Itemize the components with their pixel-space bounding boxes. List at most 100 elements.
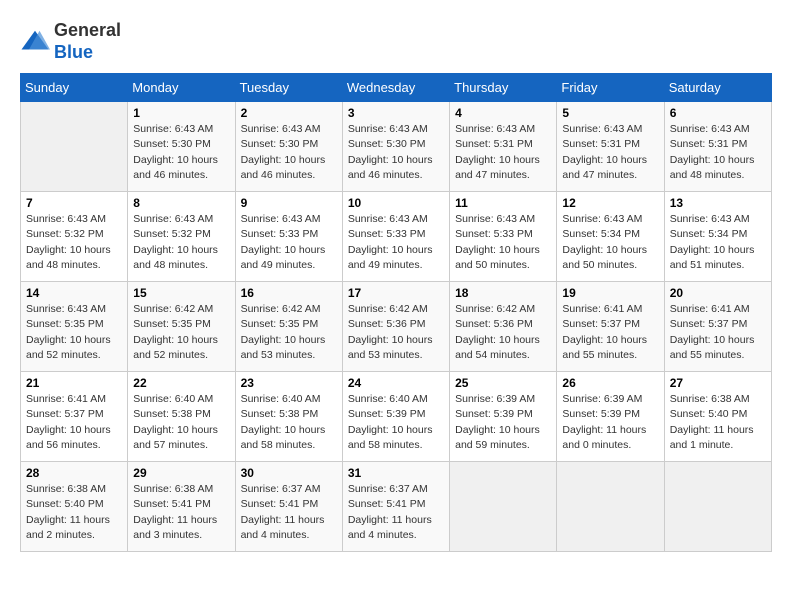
day-number: 18 <box>455 286 551 300</box>
day-number: 21 <box>26 376 122 390</box>
day-info: Sunrise: 6:40 AM Sunset: 5:38 PM Dayligh… <box>241 392 337 453</box>
calendar-cell: 2Sunrise: 6:43 AM Sunset: 5:30 PM Daylig… <box>235 102 342 192</box>
calendar-cell: 10 Sunrise: 6:43 AM Sunset: 5:33 PM Dayli… <box>342 192 449 282</box>
logo-icon <box>20 27 50 57</box>
day-info: Sunrise: 6:40 AM Sunset: 5:39 PM Dayligh… <box>348 392 444 453</box>
calendar-cell <box>557 462 664 552</box>
day-info: Sunrise: 6:43 AM Sunset: 5:31 PM Dayligh… <box>455 122 551 183</box>
day-header-monday: Monday <box>128 74 235 102</box>
day-header-friday: Friday <box>557 74 664 102</box>
calendar-cell: 17Sunrise: 6:42 AM Sunset: 5:36 PM Dayli… <box>342 282 449 372</box>
day-info: Sunrise: 6:43 AM Sunset: 5:32 PM Dayligh… <box>133 212 229 273</box>
calendar-cell: 7 Sunrise: 6:43 AM Sunset: 5:32 PM Daylig… <box>21 192 128 282</box>
day-info: Sunrise: 6:43 AM Sunset: 5:33 PM Dayligh… <box>455 212 551 273</box>
day-info: Sunrise: 6:42 AM Sunset: 5:36 PM Dayligh… <box>455 302 551 363</box>
calendar-cell: 29 Sunrise: 6:38 AM Sunset: 5:41 PM Dayli… <box>128 462 235 552</box>
day-info: Sunrise: 6:38 AM Sunset: 5:40 PM Dayligh… <box>670 392 766 453</box>
week-row-2: 7 Sunrise: 6:43 AM Sunset: 5:32 PM Daylig… <box>21 192 772 282</box>
day-number: 28 <box>26 466 122 480</box>
week-row-4: 21 Sunrise: 6:41 AM Sunset: 5:37 PM Dayli… <box>21 372 772 462</box>
week-row-3: 14Sunrise: 6:43 AM Sunset: 5:35 PM Dayli… <box>21 282 772 372</box>
calendar-cell: 20 Sunrise: 6:41 AM Sunset: 5:37 PM Dayli… <box>664 282 771 372</box>
calendar-cell: 9 Sunrise: 6:43 AM Sunset: 5:33 PM Daylig… <box>235 192 342 282</box>
calendar-cell: 24 Sunrise: 6:40 AM Sunset: 5:39 PM Dayli… <box>342 372 449 462</box>
day-number: 3 <box>348 106 444 120</box>
day-number: 5 <box>562 106 658 120</box>
day-info: Sunrise: 6:39 AM Sunset: 5:39 PM Dayligh… <box>455 392 551 453</box>
calendar-cell <box>21 102 128 192</box>
day-info: Sunrise: 6:43 AM Sunset: 5:31 PM Dayligh… <box>562 122 658 183</box>
calendar-table: SundayMondayTuesdayWednesdayThursdayFrid… <box>20 73 772 552</box>
day-info: Sunrise: 6:43 AM Sunset: 5:31 PM Dayligh… <box>670 122 766 183</box>
calendar-cell: 8 Sunrise: 6:43 AM Sunset: 5:32 PM Daylig… <box>128 192 235 282</box>
day-info: Sunrise: 6:43 AM Sunset: 5:34 PM Dayligh… <box>670 212 766 273</box>
day-info: Sunrise: 6:40 AM Sunset: 5:38 PM Dayligh… <box>133 392 229 453</box>
calendar-cell: 30Sunrise: 6:37 AM Sunset: 5:41 PM Dayli… <box>235 462 342 552</box>
day-header-saturday: Saturday <box>664 74 771 102</box>
calendar-cell: 27 Sunrise: 6:38 AM Sunset: 5:40 PM Dayli… <box>664 372 771 462</box>
day-header-wednesday: Wednesday <box>342 74 449 102</box>
calendar-cell: 16 Sunrise: 6:42 AM Sunset: 5:35 PM Dayli… <box>235 282 342 372</box>
day-number: 9 <box>241 196 337 210</box>
logo-general: General <box>54 20 121 40</box>
calendar-cell: 12 Sunrise: 6:43 AM Sunset: 5:34 PM Dayli… <box>557 192 664 282</box>
week-row-5: 28 Sunrise: 6:38 AM Sunset: 5:40 PM Dayli… <box>21 462 772 552</box>
day-number: 25 <box>455 376 551 390</box>
day-number: 12 <box>562 196 658 210</box>
calendar-cell: 5 Sunrise: 6:43 AM Sunset: 5:31 PM Daylig… <box>557 102 664 192</box>
day-info: Sunrise: 6:43 AM Sunset: 5:35 PM Dayligh… <box>26 302 122 363</box>
calendar-cell <box>664 462 771 552</box>
day-info: Sunrise: 6:42 AM Sunset: 5:35 PM Dayligh… <box>241 302 337 363</box>
calendar-cell: 28 Sunrise: 6:38 AM Sunset: 5:40 PM Dayli… <box>21 462 128 552</box>
calendar-cell: 25 Sunrise: 6:39 AM Sunset: 5:39 PM Dayli… <box>450 372 557 462</box>
calendar-cell: 3 Sunrise: 6:43 AM Sunset: 5:30 PM Daylig… <box>342 102 449 192</box>
day-number: 19 <box>562 286 658 300</box>
day-number: 24 <box>348 376 444 390</box>
calendar-cell: 23 Sunrise: 6:40 AM Sunset: 5:38 PM Dayli… <box>235 372 342 462</box>
day-number: 27 <box>670 376 766 390</box>
calendar-cell: 6Sunrise: 6:43 AM Sunset: 5:31 PM Daylig… <box>664 102 771 192</box>
day-header-tuesday: Tuesday <box>235 74 342 102</box>
day-info: Sunrise: 6:43 AM Sunset: 5:33 PM Dayligh… <box>241 212 337 273</box>
day-header-sunday: Sunday <box>21 74 128 102</box>
day-number: 2 <box>241 106 337 120</box>
day-number: 30 <box>241 466 337 480</box>
day-number: 8 <box>133 196 229 210</box>
day-number: 29 <box>133 466 229 480</box>
calendar-cell: 13 Sunrise: 6:43 AM Sunset: 5:34 PM Dayli… <box>664 192 771 282</box>
day-number: 20 <box>670 286 766 300</box>
logo: General Blue <box>20 20 121 63</box>
day-info: Sunrise: 6:38 AM Sunset: 5:40 PM Dayligh… <box>26 482 122 543</box>
day-info: Sunrise: 6:41 AM Sunset: 5:37 PM Dayligh… <box>670 302 766 363</box>
day-info: Sunrise: 6:43 AM Sunset: 5:32 PM Dayligh… <box>26 212 122 273</box>
day-info: Sunrise: 6:39 AM Sunset: 5:39 PM Dayligh… <box>562 392 658 453</box>
calendar-cell: 21 Sunrise: 6:41 AM Sunset: 5:37 PM Dayli… <box>21 372 128 462</box>
day-number: 4 <box>455 106 551 120</box>
day-info: Sunrise: 6:42 AM Sunset: 5:35 PM Dayligh… <box>133 302 229 363</box>
day-info: Sunrise: 6:41 AM Sunset: 5:37 PM Dayligh… <box>562 302 658 363</box>
calendar-cell: 26 Sunrise: 6:39 AM Sunset: 5:39 PM Dayli… <box>557 372 664 462</box>
calendar-cell: 31Sunrise: 6:37 AM Sunset: 5:41 PM Dayli… <box>342 462 449 552</box>
day-info: Sunrise: 6:43 AM Sunset: 5:33 PM Dayligh… <box>348 212 444 273</box>
week-row-1: 1 Sunrise: 6:43 AM Sunset: 5:30 PM Daylig… <box>21 102 772 192</box>
day-number: 26 <box>562 376 658 390</box>
day-number: 16 <box>241 286 337 300</box>
day-number: 10 <box>348 196 444 210</box>
calendar-cell: 11 Sunrise: 6:43 AM Sunset: 5:33 PM Dayli… <box>450 192 557 282</box>
page-header: General Blue <box>20 20 772 63</box>
day-number: 1 <box>133 106 229 120</box>
day-info: Sunrise: 6:38 AM Sunset: 5:41 PM Dayligh… <box>133 482 229 543</box>
day-info: Sunrise: 6:41 AM Sunset: 5:37 PM Dayligh… <box>26 392 122 453</box>
day-info: Sunrise: 6:43 AM Sunset: 5:34 PM Dayligh… <box>562 212 658 273</box>
days-header-row: SundayMondayTuesdayWednesdayThursdayFrid… <box>21 74 772 102</box>
day-number: 13 <box>670 196 766 210</box>
day-info: Sunrise: 6:37 AM Sunset: 5:41 PM Dayligh… <box>348 482 444 543</box>
calendar-cell: 15Sunrise: 6:42 AM Sunset: 5:35 PM Dayli… <box>128 282 235 372</box>
day-number: 23 <box>241 376 337 390</box>
day-info: Sunrise: 6:43 AM Sunset: 5:30 PM Dayligh… <box>348 122 444 183</box>
day-number: 7 <box>26 196 122 210</box>
calendar-cell: 4 Sunrise: 6:43 AM Sunset: 5:31 PM Daylig… <box>450 102 557 192</box>
calendar-cell: 1Sunrise: 6:43 AM Sunset: 5:30 PM Daylig… <box>128 102 235 192</box>
day-number: 11 <box>455 196 551 210</box>
calendar-cell: 19 Sunrise: 6:41 AM Sunset: 5:37 PM Dayli… <box>557 282 664 372</box>
